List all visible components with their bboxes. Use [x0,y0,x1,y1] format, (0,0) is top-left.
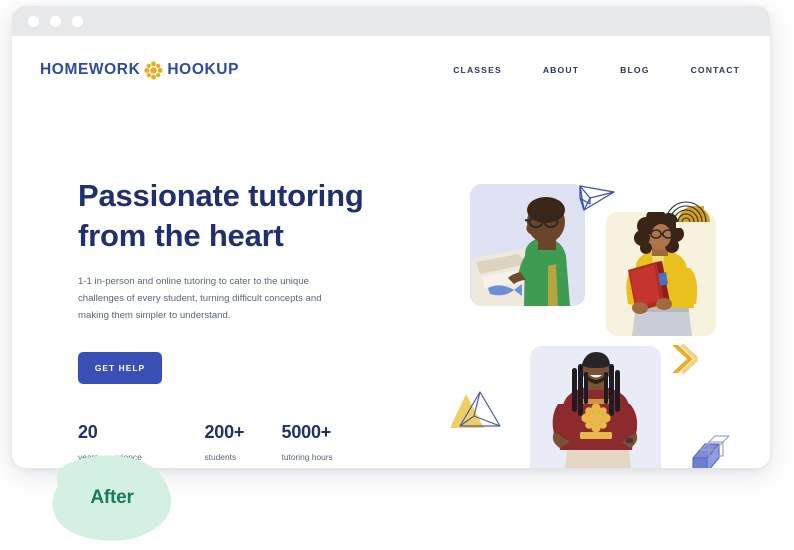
after-badge: After [38,452,186,544]
prism-triangle-icon [576,178,618,220]
flower-star-icon [144,60,163,80]
photo-boy-writing [470,184,585,306]
stat-label: students [204,451,237,462]
nav-item-blog[interactable]: BLOG [620,65,649,75]
concentric-arcs-icon [658,186,714,238]
stat-tutoring-hours: 5000+ tutoring hours [282,422,408,462]
photo-student-books [606,212,716,336]
site-header: HOMEWORK HOOKUP CLASSES ABOUT BLOG CONTA… [12,36,770,104]
main-navigation: CLASSES ABOUT BLOG CONTACT [453,65,740,75]
hero-image-collage [436,146,756,468]
nav-item-about[interactable]: ABOUT [543,65,579,75]
hero-text-block: Passionate tutoring from the heart 1-1 i… [78,176,408,462]
site-logo[interactable]: HOMEWORK HOOKUP [40,60,240,80]
triangle-pair-icon [450,388,504,434]
webpage-canvas: HOMEWORK HOOKUP CLASSES ABOUT BLOG CONTA… [12,36,770,468]
after-badge-label: After [90,487,134,508]
window-dot-minimize[interactable] [50,15,61,27]
hero-subtitle: 1-1 in-person and online tutoring to cat… [78,276,322,322]
browser-titlebar [12,6,770,36]
stat-value: 200+ [204,421,245,442]
window-dot-maximize[interactable] [72,15,83,27]
nav-item-contact[interactable]: CONTACT [691,65,740,75]
browser-window: HOMEWORK HOOKUP CLASSES ABOUT BLOG CONTA… [12,6,770,468]
stat-value: 5000+ [281,421,332,442]
window-dot-close[interactable] [28,15,39,27]
hero-title-line-1: Passionate tutoring [78,178,364,213]
hero-title-line-2: from the heart [78,217,284,253]
photo-tutor-tshirt [530,346,661,468]
hero-title: Passionate tutoring from the heart [78,176,408,255]
get-help-button[interactable]: GET HELP [78,351,162,384]
logo-text-left: HOMEWORK [40,61,141,78]
logo-text-right: HOOKUP [167,61,240,78]
stat-students: 200+ students [204,422,281,462]
isometric-cube-icon [691,434,735,468]
nav-item-classes[interactable]: CLASSES [453,65,502,75]
double-chevron-icon [668,342,700,376]
stat-label: tutoring hours [281,451,333,462]
stat-value: 20 [78,421,98,442]
